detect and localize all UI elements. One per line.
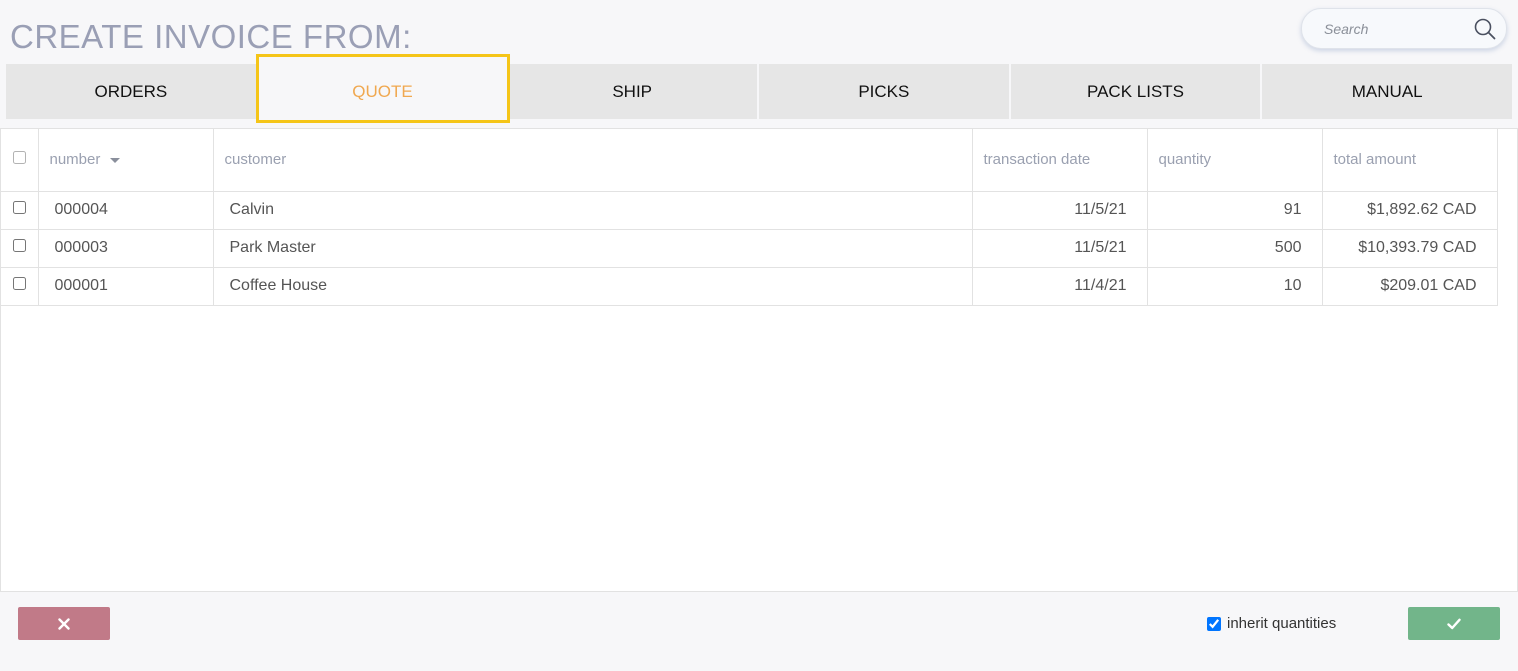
cell-transaction-date: 11/5/21: [972, 229, 1148, 268]
close-icon: [58, 617, 70, 630]
column-header-total-amount[interactable]: total amount: [1322, 129, 1498, 192]
column-header-label: number: [49, 151, 101, 169]
cell-number: 000004: [38, 191, 214, 230]
inherit-quantities-option[interactable]: inherit quantities: [1207, 615, 1336, 632]
tab-pack-lists[interactable]: PACK LISTS: [1010, 64, 1263, 119]
column-header-customer[interactable]: customer: [213, 129, 973, 192]
column-header-quantity[interactable]: quantity: [1147, 129, 1323, 192]
column-header-number[interactable]: number: [38, 129, 214, 192]
cell-quantity: 91: [1147, 191, 1323, 230]
cell-total-amount: $209.01 CAD: [1322, 267, 1498, 306]
select-all-checkbox[interactable]: [12, 151, 26, 165]
sort-descending-icon: [110, 157, 121, 163]
quotes-grid: number customer transaction date quantit…: [0, 128, 1518, 592]
cell-transaction-date: 11/5/21: [972, 191, 1148, 230]
tab-quote[interactable]: QUOTE: [257, 64, 508, 119]
row-select-cell: [1, 191, 39, 230]
table-header-row: number customer transaction date quantit…: [1, 129, 1498, 192]
tab-picks[interactable]: PICKS: [759, 64, 1011, 119]
cell-total-amount: $10,393.79 CAD: [1322, 229, 1498, 268]
cell-quantity: 10: [1147, 267, 1323, 306]
inherit-quantities-label: inherit quantities: [1227, 615, 1337, 632]
source-tabs: ORDERS QUOTE SHIP PICKS PACK LISTS MANUA…: [6, 64, 1513, 119]
tab-manual[interactable]: MANUAL: [1262, 64, 1513, 119]
row-checkbox[interactable]: [12, 239, 26, 252]
cell-total-amount: $1,892.62 CAD: [1322, 191, 1498, 230]
table-row[interactable]: 000003 Park Master 11/5/21 500 $10,393.7…: [1, 229, 1498, 268]
search-box[interactable]: [1301, 8, 1507, 49]
tab-orders[interactable]: ORDERS: [6, 64, 258, 119]
row-checkbox[interactable]: [12, 201, 26, 214]
cell-transaction-date: 11/4/21: [972, 267, 1148, 306]
row-select-cell: [1, 229, 39, 268]
row-select-cell: [1, 267, 39, 306]
cell-customer: Coffee House: [213, 267, 973, 306]
cell-quantity: 500: [1147, 229, 1323, 268]
quotes-table: number customer transaction date quantit…: [1, 129, 1498, 306]
cell-number: 000003: [38, 229, 214, 268]
select-all-cell: [1, 129, 39, 192]
confirm-button[interactable]: [1408, 607, 1500, 640]
cancel-button[interactable]: [18, 607, 110, 640]
cell-customer: Park Master: [213, 229, 973, 268]
tab-ship[interactable]: SHIP: [507, 64, 760, 119]
table-row[interactable]: 000004 Calvin 11/5/21 91 $1,892.62 CAD: [1, 191, 1498, 230]
check-icon: [1447, 618, 1461, 629]
table-row[interactable]: 000001 Coffee House 11/4/21 10 $209.01 C…: [1, 267, 1498, 306]
cell-customer: Calvin: [213, 191, 973, 230]
page-title: CREATE INVOICE FROM:: [10, 18, 412, 55]
search-input[interactable]: [1324, 18, 1464, 40]
cell-number: 000001: [38, 267, 214, 306]
search-icon[interactable]: [1474, 18, 1496, 40]
row-checkbox[interactable]: [12, 277, 26, 290]
column-header-transaction-date[interactable]: transaction date: [972, 129, 1148, 192]
inherit-quantities-checkbox[interactable]: [1207, 616, 1221, 631]
